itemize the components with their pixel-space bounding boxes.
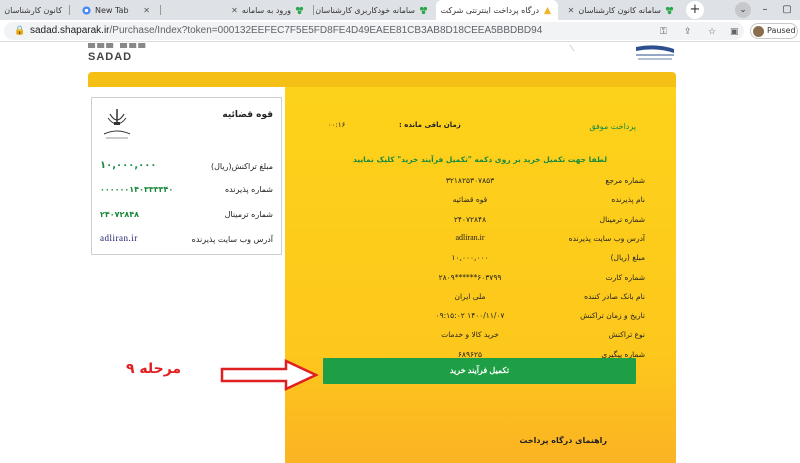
close-tab-icon[interactable]: ✕ bbox=[231, 6, 238, 15]
merchant-column: قوه قضائیه مبلغ تراکنش(ریال) ۱۰,۰۰۰,۰۰۰ … bbox=[88, 87, 285, 463]
amount-value: ۱۰,۰۰۰,۰۰۰ bbox=[100, 160, 157, 171]
receipt-area: پرداخت موفق زمان باقی مانده : ۰۰:۱۶ لطفا… bbox=[285, 87, 676, 463]
address-bar[interactable]: 🔒 sadad.shaparak.ir/Purchase/Index?token… bbox=[4, 22, 744, 40]
receipt-field-label: نام پذیرنده bbox=[611, 195, 645, 205]
receipt-field-label: شماره کارت bbox=[605, 272, 645, 282]
maximize-icon[interactable]: ▢ bbox=[776, 0, 798, 20]
complete-purchase-button[interactable]: تکمیل فرآیند خرید bbox=[323, 358, 636, 384]
gateway-guide-title: راهنمای درگاه پرداخت bbox=[519, 436, 607, 445]
browser-tab-4[interactable]: سامانه خودکاربری کارشناسان ✕ bbox=[316, 0, 434, 20]
arrow-right-icon bbox=[220, 359, 319, 391]
site-favicon-icon bbox=[295, 6, 304, 15]
chrome-icon bbox=[82, 5, 91, 15]
lock-icon[interactable]: 🔒 bbox=[14, 26, 25, 36]
receipt-field-value: ۳۲۱۸۲۵۳۰۷۸۵۳ bbox=[445, 176, 495, 185]
receipt-field-value: ۲۴۰۷۲۸۴۸ bbox=[453, 214, 487, 224]
site-favicon-icon bbox=[419, 6, 428, 15]
receipt-field-value: ۱۰,۰۰۰,۰۰۰ bbox=[451, 253, 489, 263]
close-tab-icon[interactable]: ✕ bbox=[568, 6, 575, 15]
browser-tab-6[interactable]: سامانه کانون کارشناسان ✕ bbox=[560, 0, 680, 20]
terminal-value: ۲۴۰۷۲۸۴۸ bbox=[100, 210, 140, 219]
instruction-text: لطفا جهت تکمیل خرید بر روی دکمه "تکمیل ف… bbox=[352, 155, 608, 164]
close-tab-icon[interactable]: ✕ bbox=[436, 6, 437, 15]
new-tab-plus-icon[interactable]: + bbox=[686, 1, 704, 19]
browser-tab-1[interactable]: کانون کارشناسان bbox=[0, 0, 68, 20]
website-value: adliran.ir bbox=[100, 233, 138, 243]
tab-label: درگاه پرداخت اینترنتی شرکت bbox=[440, 5, 540, 15]
tab-search-chevron-icon[interactable]: ⌄ bbox=[735, 2, 751, 18]
receipt-field-label: شماره مرجع bbox=[605, 176, 645, 185]
url-text: sadad.shaparak.ir/Purchase/Index?token=0… bbox=[30, 25, 543, 36]
terminal-label: شماره ترمینال bbox=[224, 210, 273, 219]
website-label: آدرس وب سایت پذیرنده bbox=[191, 235, 273, 244]
step-annotation: مرحله ۹ bbox=[126, 361, 182, 377]
receipt-field-label: تاریخ و زمان تراکنش bbox=[580, 311, 645, 321]
sadad-logo: ▀▀▀ ▀▀▀ SADAD bbox=[88, 43, 148, 63]
share-icon[interactable]: ⇪ bbox=[684, 27, 692, 37]
key-icon[interactable]: ⚿ bbox=[660, 27, 667, 37]
gateway-panel: قوه قضائیه مبلغ تراکنش(ریال) ۱۰,۰۰۰,۰۰۰ … bbox=[88, 87, 676, 463]
bank-logo-icon bbox=[569, 44, 674, 60]
receipt-field-label: شماره ترمینال bbox=[599, 214, 645, 224]
receipt-field-label: مبلغ (ریال) bbox=[610, 253, 645, 263]
tab-label: سامانه خودکاربری کارشناسان bbox=[316, 5, 415, 15]
browser-tab-3[interactable]: ورود به سامانه ✕ bbox=[192, 0, 310, 20]
receipt-field-value: خرید کالا و خدمات bbox=[441, 330, 499, 340]
avatar bbox=[753, 26, 764, 37]
timer-value: ۰۰:۱۶ bbox=[328, 121, 346, 129]
receipt-field-label: نوع تراکنش bbox=[608, 330, 645, 340]
amount-label: مبلغ تراکنش(ریال) bbox=[210, 162, 273, 171]
receipt-field-value: ۱۴۰۰/۱۱/۰۷ ۰۹:۱۵:۰۲ bbox=[435, 311, 505, 321]
merchant-card: قوه قضائیه مبلغ تراکنش(ریال) ۱۰,۰۰۰,۰۰۰ … bbox=[91, 97, 282, 255]
minimize-icon[interactable]: – bbox=[754, 0, 776, 20]
browser-tab-2[interactable]: New Tab ✕ bbox=[72, 0, 160, 20]
acceptor-number-label: شماره پذیرنده bbox=[224, 185, 273, 194]
profile-button[interactable]: Paused bbox=[750, 23, 798, 39]
timer-label: زمان باقی مانده : bbox=[399, 121, 461, 129]
receipt-field-label: آدرس وب سایت پذیرنده bbox=[568, 233, 645, 243]
receipt-field-value: adliran.ir bbox=[455, 232, 485, 242]
close-tab-icon[interactable]: ✕ bbox=[143, 6, 150, 15]
browser-toolbar: 🔒 sadad.shaparak.ir/Purchase/Index?token… bbox=[0, 20, 800, 42]
receipt-field-label: نام بانک صادر کننده bbox=[584, 291, 645, 301]
shaparak-favicon-icon bbox=[543, 6, 552, 15]
browser-tab-strip: کانون کارشناسان New Tab ✕ ورود به سامانه… bbox=[0, 0, 800, 20]
tab-label: کانون کارشناسان bbox=[4, 5, 62, 15]
judiciary-emblem-icon bbox=[103, 109, 131, 139]
payment-status: پرداخت موفق bbox=[589, 122, 636, 131]
tab-label: ورود به سامانه bbox=[241, 5, 291, 15]
site-favicon-icon bbox=[665, 6, 674, 15]
acceptor-number-value: ۰۰۰۰۰۰۱۴۰۳۳۳۳۴۰ bbox=[100, 185, 174, 194]
receipt-field-value: قوه قضائیه bbox=[452, 195, 488, 205]
browser-tab-active[interactable]: درگاه پرداخت اینترنتی شرکت ✕ bbox=[436, 0, 558, 20]
merchant-title: قوه قضائیه bbox=[222, 110, 273, 120]
tab-label: سامانه کانون کارشناسان bbox=[578, 5, 661, 15]
receipt-field-value: ملی ایران bbox=[454, 291, 486, 301]
header-yellow-bar bbox=[88, 72, 676, 87]
bookmark-star-icon[interactable]: ☆ bbox=[708, 27, 716, 37]
receipt-field-value: ۶۰۳۷۹۹******۲۸۰۹ bbox=[438, 272, 502, 282]
payment-page: ▀▀▀ ▀▀▀ SADAD قوه قضائیه مبلغ تراکنش(ریا… bbox=[0, 43, 800, 463]
tab-label: New Tab bbox=[95, 5, 129, 15]
sidepanel-icon[interactable]: ▣ bbox=[730, 27, 739, 37]
